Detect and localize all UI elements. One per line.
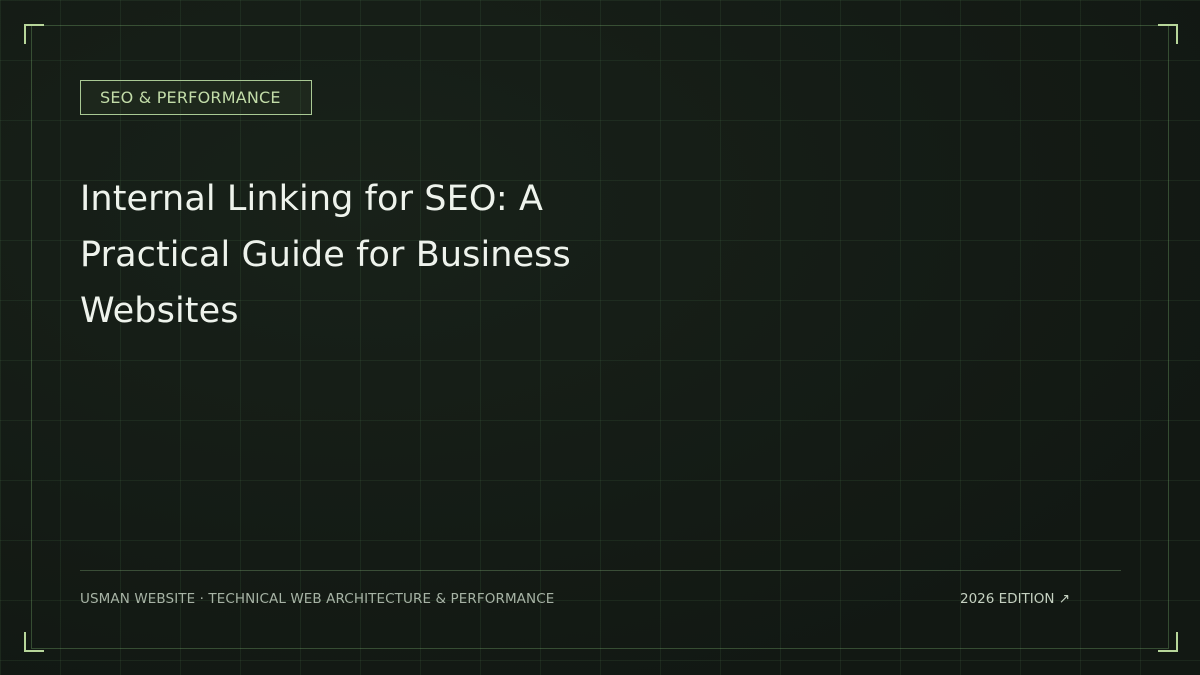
corner-bracket-bottom-right: [1158, 632, 1178, 652]
cover-card: SEO & PERFORMANCE Internal Linking for S…: [0, 0, 1200, 675]
edition-label: 2026 EDITION ↗: [960, 591, 1071, 607]
page-title: Internal Linking for SEO: A Practical Gu…: [80, 179, 571, 331]
corner-bracket-bottom-left: [24, 632, 44, 652]
footer-divider: [80, 570, 1121, 571]
site-tagline: USMAN WEBSITE · TECHNICAL WEB ARCHITECTU…: [80, 591, 555, 607]
corner-bracket-top-left: [24, 24, 44, 44]
category-badge: SEO & PERFORMANCE: [80, 80, 312, 115]
corner-bracket-top-right: [1158, 24, 1178, 44]
